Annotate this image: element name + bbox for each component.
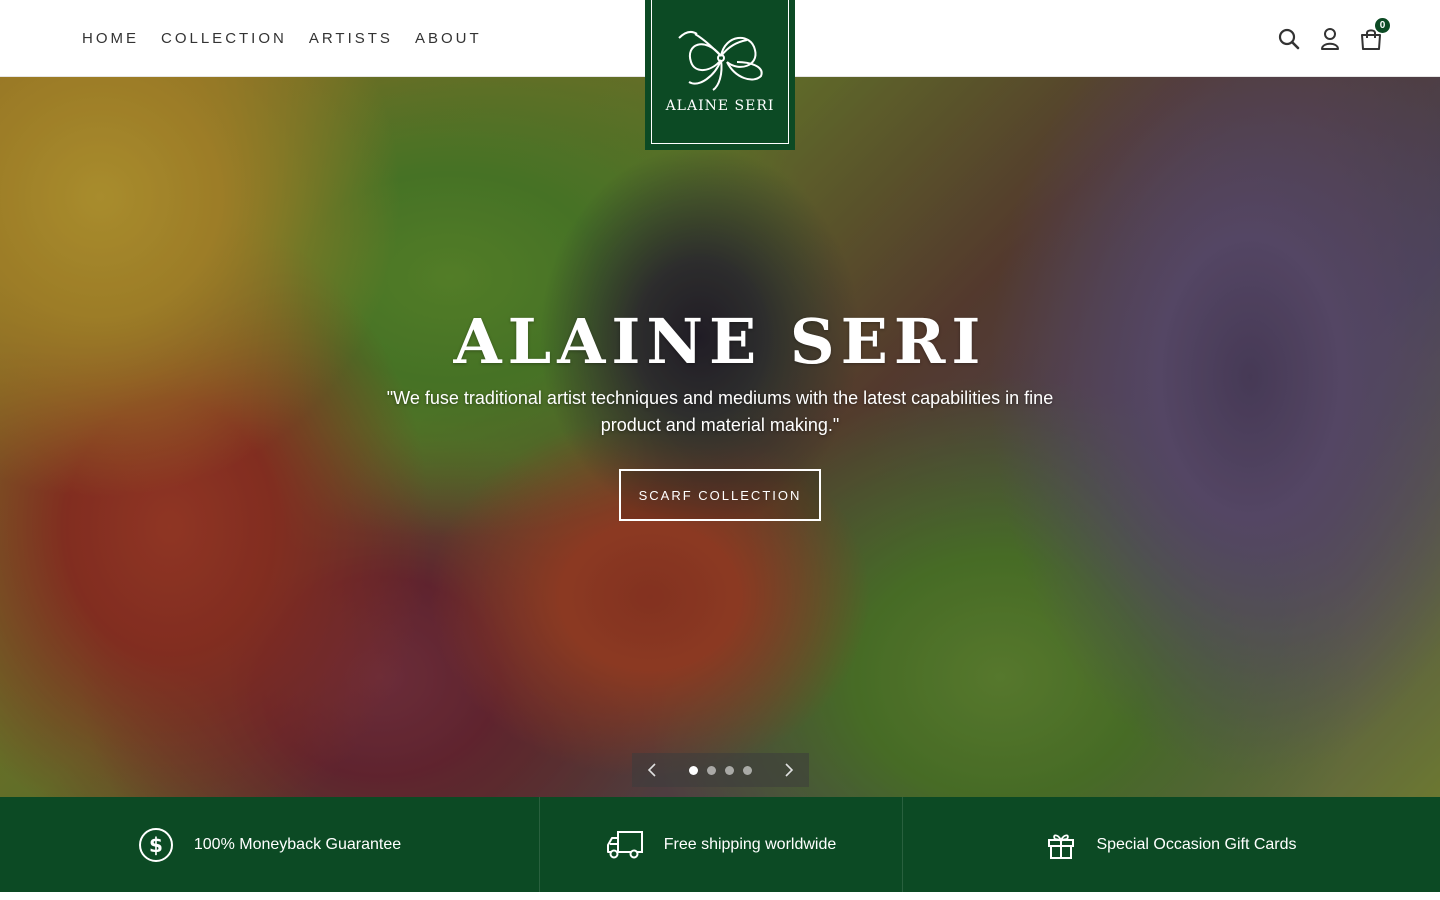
previous-slide-button[interactable] bbox=[632, 753, 672, 787]
search-icon[interactable] bbox=[1278, 28, 1300, 50]
chevron-left-icon bbox=[647, 763, 656, 777]
user-icon[interactable] bbox=[1320, 27, 1340, 51]
svg-text:$: $ bbox=[149, 833, 163, 857]
feature-gift-cards-label: Special Occasion Gift Cards bbox=[1096, 835, 1297, 853]
brand-logo[interactable]: ALAINE SERI bbox=[645, 0, 795, 150]
slide-dot-4[interactable] bbox=[743, 765, 752, 775]
page-bottom-strip bbox=[0, 892, 1440, 900]
cart-count-badge: 0 bbox=[1375, 17, 1390, 33]
shopping-bag-icon[interactable]: 0 bbox=[1360, 17, 1390, 50]
feature-moneyback: $ 100% Moneyback Guarantee bbox=[0, 797, 539, 892]
logo-brand-text: ALAINE SERI bbox=[665, 98, 775, 114]
feature-shipping-label: Free shipping worldwide bbox=[663, 835, 837, 853]
nav-home-link[interactable]: HOME bbox=[82, 30, 139, 47]
main-nav: HOME COLLECTION ARTISTS ABOUT bbox=[82, 0, 482, 77]
nav-artists-link[interactable]: ARTISTS bbox=[309, 30, 393, 47]
dollar-circle-icon: $ bbox=[138, 827, 174, 863]
features-bar: $ 100% Moneyback Guarantee Free shipping… bbox=[0, 797, 1440, 892]
slide-dot-1[interactable] bbox=[689, 765, 698, 775]
truck-icon bbox=[606, 830, 644, 860]
hero-title: ALAINE SERI bbox=[453, 305, 987, 378]
nav-about-link[interactable]: ABOUT bbox=[415, 30, 482, 47]
scarf-collection-button[interactable]: SCARF COLLECTION bbox=[619, 469, 821, 521]
header-actions: 0 bbox=[1258, 0, 1390, 77]
slideshow-controls bbox=[632, 753, 809, 787]
feature-gift-cards: Special Occasion Gift Cards bbox=[902, 797, 1440, 892]
chevron-right-icon bbox=[785, 763, 794, 777]
hero-quote: "We fuse traditional artist techniques a… bbox=[386, 388, 1054, 435]
next-slide-button[interactable] bbox=[769, 753, 809, 787]
slide-dot-2[interactable] bbox=[707, 765, 716, 775]
feature-moneyback-label: 100% Moneyback Guarantee bbox=[193, 835, 402, 853]
feature-shipping: Free shipping worldwide bbox=[539, 797, 902, 892]
slide-dot-3[interactable] bbox=[725, 765, 734, 775]
slide-dots bbox=[672, 765, 769, 775]
gift-icon bbox=[1046, 830, 1076, 860]
hero-content: ALAINE SERI "We fuse traditional artist … bbox=[0, 77, 1440, 797]
hero-slideshow: ALAINE SERI "We fuse traditional artist … bbox=[0, 77, 1440, 797]
hibiscus-flower-logo-icon bbox=[678, 30, 763, 91]
nav-collection-link[interactable]: COLLECTION bbox=[161, 30, 287, 47]
